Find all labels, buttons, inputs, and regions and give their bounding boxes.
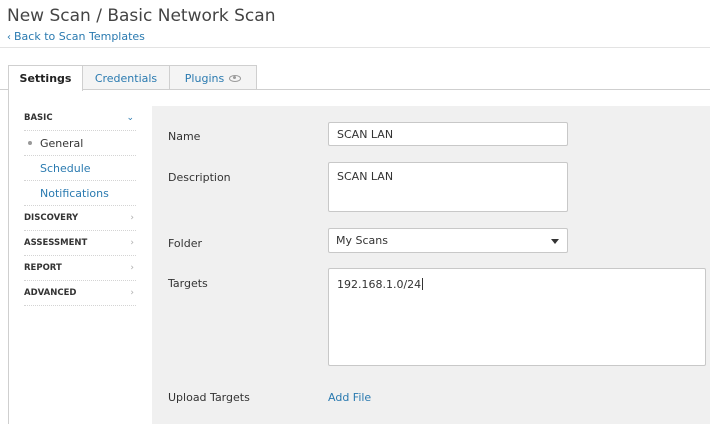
- sidebar-item-label: Schedule: [40, 161, 91, 175]
- folder-select-value: My Scans: [336, 234, 388, 247]
- tab-settings[interactable]: Settings: [8, 65, 83, 91]
- chevron-right-icon: ›: [130, 263, 134, 273]
- targets-label: Targets: [168, 277, 208, 290]
- sidebar-item-general[interactable]: General: [24, 131, 136, 156]
- page-title: New Scan / Basic Network Scan: [7, 6, 276, 26]
- tabs-divider: [0, 89, 710, 90]
- caret-down-icon: [551, 239, 559, 244]
- bullet-icon: [28, 141, 32, 145]
- add-file-link[interactable]: Add File: [328, 391, 371, 404]
- tab-credentials-label: Credentials: [94, 71, 158, 85]
- tab-plugins[interactable]: Plugins: [169, 65, 257, 90]
- chevron-right-icon: ›: [130, 288, 134, 298]
- name-input-value: SCAN LAN: [337, 128, 394, 141]
- chevron-left-icon: ‹: [7, 32, 11, 43]
- tab-settings-label: Settings: [19, 72, 72, 85]
- tab-bar: Settings Credentials Plugins: [8, 65, 257, 91]
- eye-icon: [229, 74, 242, 82]
- description-value: SCAN LAN: [337, 170, 394, 183]
- back-link-label: Back to Scan Templates: [14, 30, 145, 43]
- settings-sidebar: BASIC ⌄ General Schedule Notifications D…: [24, 106, 136, 306]
- panel-left-border: [8, 89, 9, 424]
- tab-plugins-label: Plugins: [184, 71, 225, 85]
- sidebar-item-label: General: [40, 136, 84, 150]
- chevron-right-icon: ›: [130, 213, 134, 223]
- sidebar-section-assessment[interactable]: ASSESSMENT ›: [24, 231, 136, 256]
- targets-textarea[interactable]: 192.168.1.0/24: [328, 268, 706, 366]
- description-label: Description: [168, 171, 231, 184]
- sidebar-item-schedule[interactable]: Schedule: [24, 156, 136, 181]
- sidebar-section-label: ADVANCED: [24, 288, 77, 298]
- name-input[interactable]: SCAN LAN: [328, 122, 568, 146]
- back-to-templates-link[interactable]: ‹ Back to Scan Templates: [7, 30, 145, 43]
- header-divider: [0, 47, 710, 48]
- settings-form-panel: Name SCAN LAN Description SCAN LAN Folde…: [152, 106, 710, 424]
- sidebar-section-label: ASSESSMENT: [24, 238, 88, 248]
- targets-value: 192.168.1.0/24: [337, 278, 422, 291]
- description-textarea[interactable]: SCAN LAN: [328, 162, 568, 212]
- text-cursor: [422, 278, 424, 290]
- sidebar-section-basic[interactable]: BASIC ⌄: [24, 106, 136, 131]
- sidebar-section-label: DISCOVERY: [24, 213, 79, 223]
- folder-label: Folder: [168, 237, 202, 250]
- tab-credentials[interactable]: Credentials: [82, 65, 170, 90]
- sidebar-item-notifications[interactable]: Notifications: [24, 181, 136, 206]
- folder-select[interactable]: My Scans: [328, 228, 568, 253]
- sidebar-section-label: REPORT: [24, 263, 62, 273]
- chevron-down-icon: ⌄: [126, 113, 134, 123]
- sidebar-section-discovery[interactable]: DISCOVERY ›: [24, 206, 136, 231]
- sidebar-section-report[interactable]: REPORT ›: [24, 256, 136, 281]
- upload-targets-label: Upload Targets: [168, 391, 250, 404]
- sidebar-item-label: Notifications: [40, 186, 109, 200]
- name-label: Name: [168, 130, 201, 143]
- sidebar-section-label: BASIC: [24, 113, 53, 123]
- sidebar-section-advanced[interactable]: ADVANCED ›: [24, 281, 136, 306]
- chevron-right-icon: ›: [130, 238, 134, 248]
